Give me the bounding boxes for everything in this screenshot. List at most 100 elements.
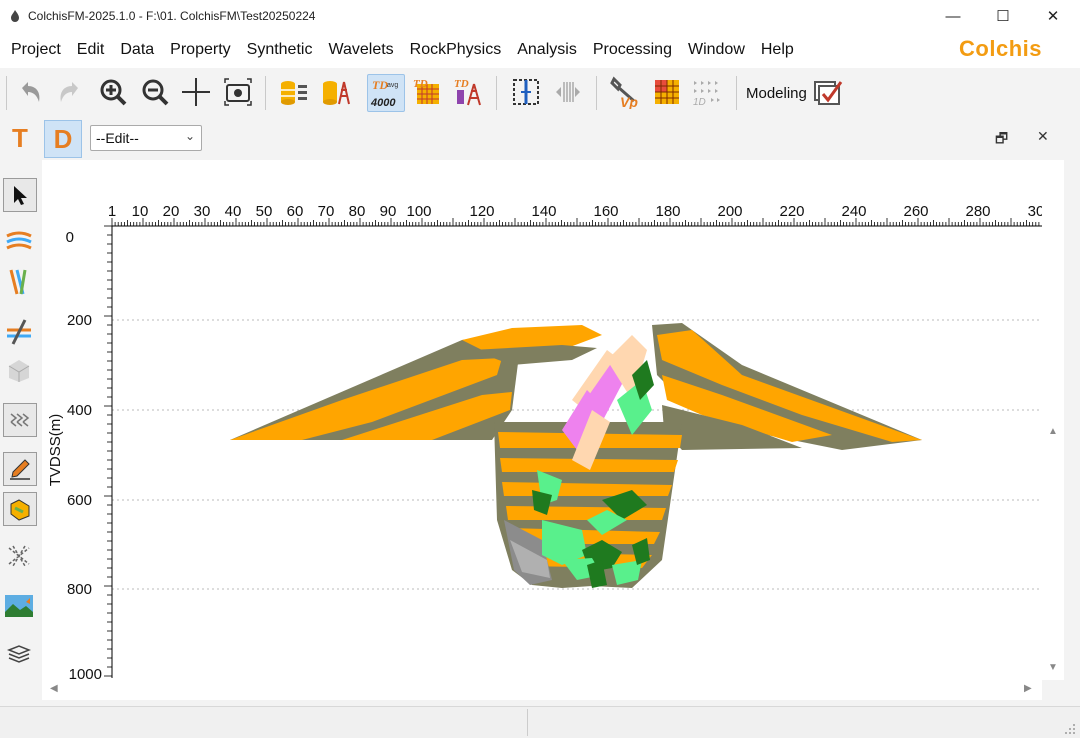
menu-window[interactable]: Window	[680, 32, 753, 68]
td-well-button[interactable]: TD	[450, 74, 486, 110]
x-tick-label: 70	[318, 203, 335, 220]
undo-button[interactable]	[12, 74, 48, 110]
menu-synthetic[interactable]: Synthetic	[239, 32, 321, 68]
svg-text:4000: 4000	[370, 97, 396, 109]
x-tick-label: 50	[256, 203, 273, 220]
toolbar-separator	[736, 76, 737, 110]
x-tick-label: 80	[349, 203, 366, 220]
svg-text:TD: TD	[413, 78, 428, 90]
mode-select[interactable]: --Edit-- ⌄	[90, 125, 202, 151]
left-tool-sidebar	[0, 158, 42, 708]
split-view-icon	[513, 79, 539, 105]
depth-domain-button[interactable]: D	[44, 120, 82, 158]
image-import-button[interactable]	[3, 590, 35, 622]
resize-grip-icon[interactable]	[1064, 723, 1076, 735]
draw-tool-button[interactable]	[3, 452, 37, 486]
scroll-right-icon[interactable]: ▶	[1024, 683, 1032, 694]
y-axis-label: TVDSS(m)	[47, 414, 64, 487]
redo-icon	[60, 82, 78, 102]
status-divider	[527, 709, 528, 736]
well-database-button[interactable]	[318, 74, 354, 110]
td-grid-button[interactable]: TD	[409, 74, 445, 110]
x-tick-label: 160	[593, 203, 618, 220]
scroll-left-icon[interactable]: ◀	[50, 683, 58, 694]
x-tick-label: 120	[469, 203, 494, 220]
fill-bucket-icon	[10, 499, 30, 521]
layers-stack-icon	[6, 645, 32, 663]
x-tick-label: 1	[108, 203, 116, 220]
y-tick-label: 200	[67, 312, 92, 329]
y-tick-label: 1000	[69, 666, 102, 680]
toolbar-separator	[596, 76, 597, 110]
intersect-tool-button[interactable]	[3, 540, 35, 572]
menu-analysis[interactable]: Analysis	[509, 32, 585, 68]
menu-data[interactable]: Data	[112, 32, 162, 68]
pattern-grid-icon	[10, 413, 30, 427]
screenshot-button[interactable]	[220, 74, 256, 110]
well-list-button[interactable]	[276, 74, 312, 110]
close-button[interactable]: ✕	[1030, 0, 1076, 32]
x-tick-label: 30	[1028, 203, 1042, 220]
faults-tool-button[interactable]	[3, 266, 35, 298]
menu-wavelets[interactable]: Wavelets	[320, 32, 401, 68]
right-wing-layers	[652, 323, 922, 450]
x-tick-label: 40	[225, 203, 242, 220]
fill-tool-button[interactable]	[3, 492, 37, 526]
close-panel-button[interactable]: ✕	[1037, 128, 1049, 145]
pattern-tool-button[interactable]	[3, 403, 37, 437]
modeling-label[interactable]: Modeling	[746, 85, 807, 102]
maximize-button[interactable]: ☐	[980, 0, 1026, 32]
scroll-down-icon[interactable]: ▼	[1048, 662, 1058, 673]
svg-text:TD: TD	[454, 78, 469, 90]
menu-edit[interactable]: Edit	[69, 32, 113, 68]
minimize-button[interactable]: —	[930, 0, 976, 32]
toolbar-grip	[6, 76, 7, 110]
x-tick-label: 180	[655, 203, 680, 220]
y-tick-label: 0	[66, 229, 74, 246]
1d-forward-button[interactable]: 1D	[690, 74, 726, 110]
horizons-tool-button[interactable]	[3, 226, 35, 258]
zoom-in-button[interactable]	[95, 74, 131, 110]
block-3d-icon	[8, 360, 30, 382]
menu-help[interactable]: Help	[753, 32, 802, 68]
redo-button[interactable]	[52, 74, 88, 110]
toolbar-separator	[265, 76, 266, 110]
compress-button[interactable]	[550, 74, 586, 110]
velocity-grid-button[interactable]	[649, 74, 685, 110]
x-axis-tick-labels: 1 10 20 30 40 50 60 70 80 90 100 120 140…	[108, 203, 1045, 220]
x-tick-label: 60	[287, 203, 304, 220]
fault-cut-tool-button[interactable]	[3, 316, 35, 348]
menu-project[interactable]: Project	[0, 32, 69, 68]
menu-processing[interactable]: Processing	[585, 32, 680, 68]
modeling-check-icon	[814, 81, 843, 105]
restore-panel-button[interactable]: 🗗	[995, 128, 1008, 152]
y-axis-tick-labels: 0 200 400 600 800 1000	[66, 229, 102, 683]
vp-tool-button[interactable]: Vp	[607, 74, 643, 110]
modeling-button[interactable]	[810, 74, 846, 110]
layers-tool-button[interactable]	[3, 638, 35, 670]
x-tick-label: 30	[194, 203, 211, 220]
zoom-out-button[interactable]	[137, 74, 173, 110]
td-well-icon: TD	[454, 78, 481, 106]
menu-property[interactable]: Property	[162, 32, 238, 68]
select-tool-button[interactable]	[3, 178, 37, 212]
block-tool-button[interactable]	[3, 354, 35, 386]
svg-text:TD: TD	[372, 78, 388, 92]
zoom-out-icon	[142, 79, 169, 106]
cross-section-view[interactable]: 1 10 20 30 40 50 60 70 80 90 100 120 140…	[42, 160, 1045, 683]
1d-forward-icon: 1D	[693, 81, 720, 108]
toolbar-separator	[496, 76, 497, 110]
vertical-scrollbar[interactable]: ▲ ▼	[1042, 160, 1064, 680]
cross-section-plot: 1 10 20 30 40 50 60 70 80 90 100 120 140…	[47, 203, 1045, 683]
menu-rockphysics[interactable]: RockPhysics	[402, 32, 510, 68]
horizontal-scrollbar[interactable]: ◀ ▶	[42, 680, 1042, 700]
scroll-up-icon[interactable]: ▲	[1048, 426, 1058, 437]
arrow-cursor-icon	[14, 186, 27, 205]
camera-icon	[224, 78, 252, 106]
time-domain-button[interactable]: T	[2, 120, 38, 156]
fault-cut-icon	[7, 319, 31, 345]
td-avg-button[interactable]: TD avg 4000	[367, 74, 405, 112]
x-tick-label: 260	[903, 203, 928, 220]
pan-button[interactable]	[178, 74, 214, 110]
split-view-button[interactable]	[508, 74, 544, 110]
